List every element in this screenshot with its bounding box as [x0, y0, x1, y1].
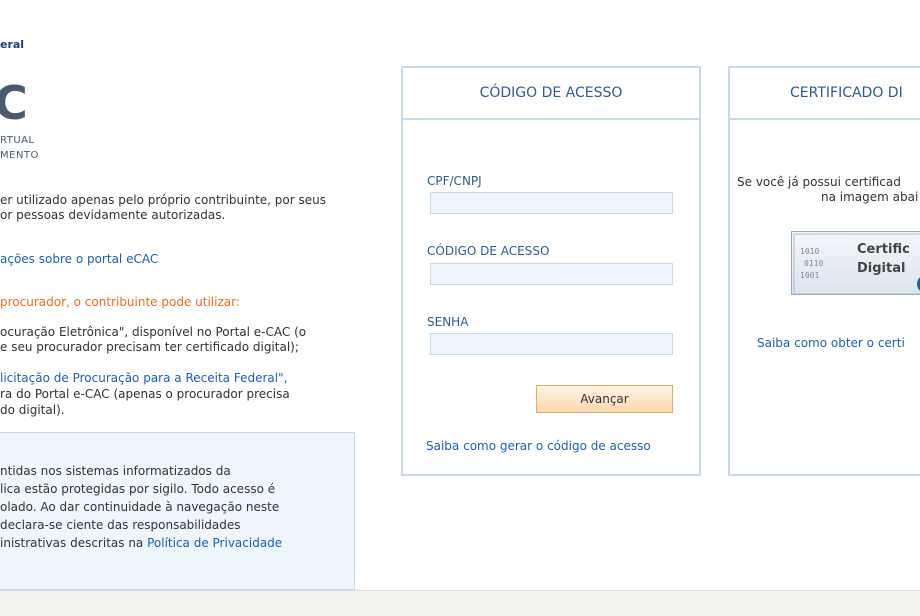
option2-line-3: do digital). — [0, 403, 65, 417]
notice-line-2: lica estão protegidas por sigilo. Todo a… — [0, 482, 276, 496]
senha-label: SENHA — [427, 315, 469, 329]
intro-line-1: er utilizado apenas pelo próprio contrib… — [0, 193, 327, 207]
procurador-heading: procurador, o contribuinte pode utilizar… — [0, 295, 240, 309]
certificado-panel: CERTIFICADO DI Se você já possui certifi… — [728, 66, 920, 476]
codigo-acesso-panel: CÓDIGO DE ACESSO CPF/CNPJ CÓDIGO DE ACES… — [401, 66, 701, 476]
svg-text:1001: 1001 — [800, 271, 819, 280]
logo-subtitle-1: RTUAL — [0, 135, 35, 146]
privacy-policy-link[interactable]: Política de Privacidade — [147, 536, 282, 550]
codigo-acesso-label: CÓDIGO DE ACESSO — [427, 244, 550, 258]
option1-line-1: ocuração Eletrônica", disponível no Port… — [0, 325, 307, 339]
notice-line-1: ntidas nos sistemas informatizados da — [0, 464, 231, 478]
certificado-digital-badge[interactable]: 1010 0110 1001 Certific Digital — [791, 231, 920, 295]
option2-line-2: ra do Portal e-CAC (apenas o procurador … — [0, 387, 290, 401]
intro-line-2: or pessoas devidamente autorizadas. — [0, 208, 226, 222]
avancar-button[interactable]: Avançar — [536, 385, 673, 413]
certificado-title: CERTIFICADO DI — [730, 68, 920, 120]
obter-certificado-link[interactable]: Saiba como obter o certi — [757, 336, 905, 351]
page-footer — [0, 590, 920, 616]
senha-input[interactable] — [430, 333, 673, 355]
brand-label: eral — [0, 38, 25, 51]
ecac-logo: C — [0, 76, 28, 130]
svg-text:0110: 0110 — [804, 259, 823, 268]
codigo-acesso-title: CÓDIGO DE ACESSO — [403, 68, 699, 120]
certificado-text-2: na imagem abai — [821, 190, 919, 204]
notice-line-4: declara-se ciente das responsabilidades — [0, 518, 241, 532]
badge-line-2: Digital — [857, 261, 906, 276]
gerar-codigo-link[interactable]: Saiba como gerar o código de acesso — [426, 439, 651, 454]
cpf-cnpj-label: CPF/CNPJ — [427, 174, 482, 188]
badge-code-text: 1010 — [800, 247, 819, 256]
certificado-text-1: Se você já possui certificad — [737, 175, 901, 189]
notice-line-3: olado. Ao dar continuidade à navegação n… — [0, 500, 280, 514]
logo-subtitle-2: MENTO — [0, 150, 39, 161]
privacy-notice-text: ntidas nos sistemas informatizados da li… — [0, 462, 345, 552]
cpf-cnpj-input[interactable] — [430, 192, 673, 214]
codigo-acesso-input[interactable] — [430, 263, 673, 285]
notice-line-5-prefix: inistrativas descritas na — [0, 536, 148, 550]
portal-info-link[interactable]: ações sobre o portal eCAC — [0, 252, 158, 267]
solicitacao-procuracao-link[interactable]: licitação de Procuração para a Receita F… — [0, 371, 287, 386]
option1-line-2: e seu procurador precisam ter certificad… — [0, 340, 299, 354]
badge-line-1: Certific — [857, 242, 910, 257]
notice-line-5: inistrativas descritas na Política de Pr… — [0, 534, 345, 552]
